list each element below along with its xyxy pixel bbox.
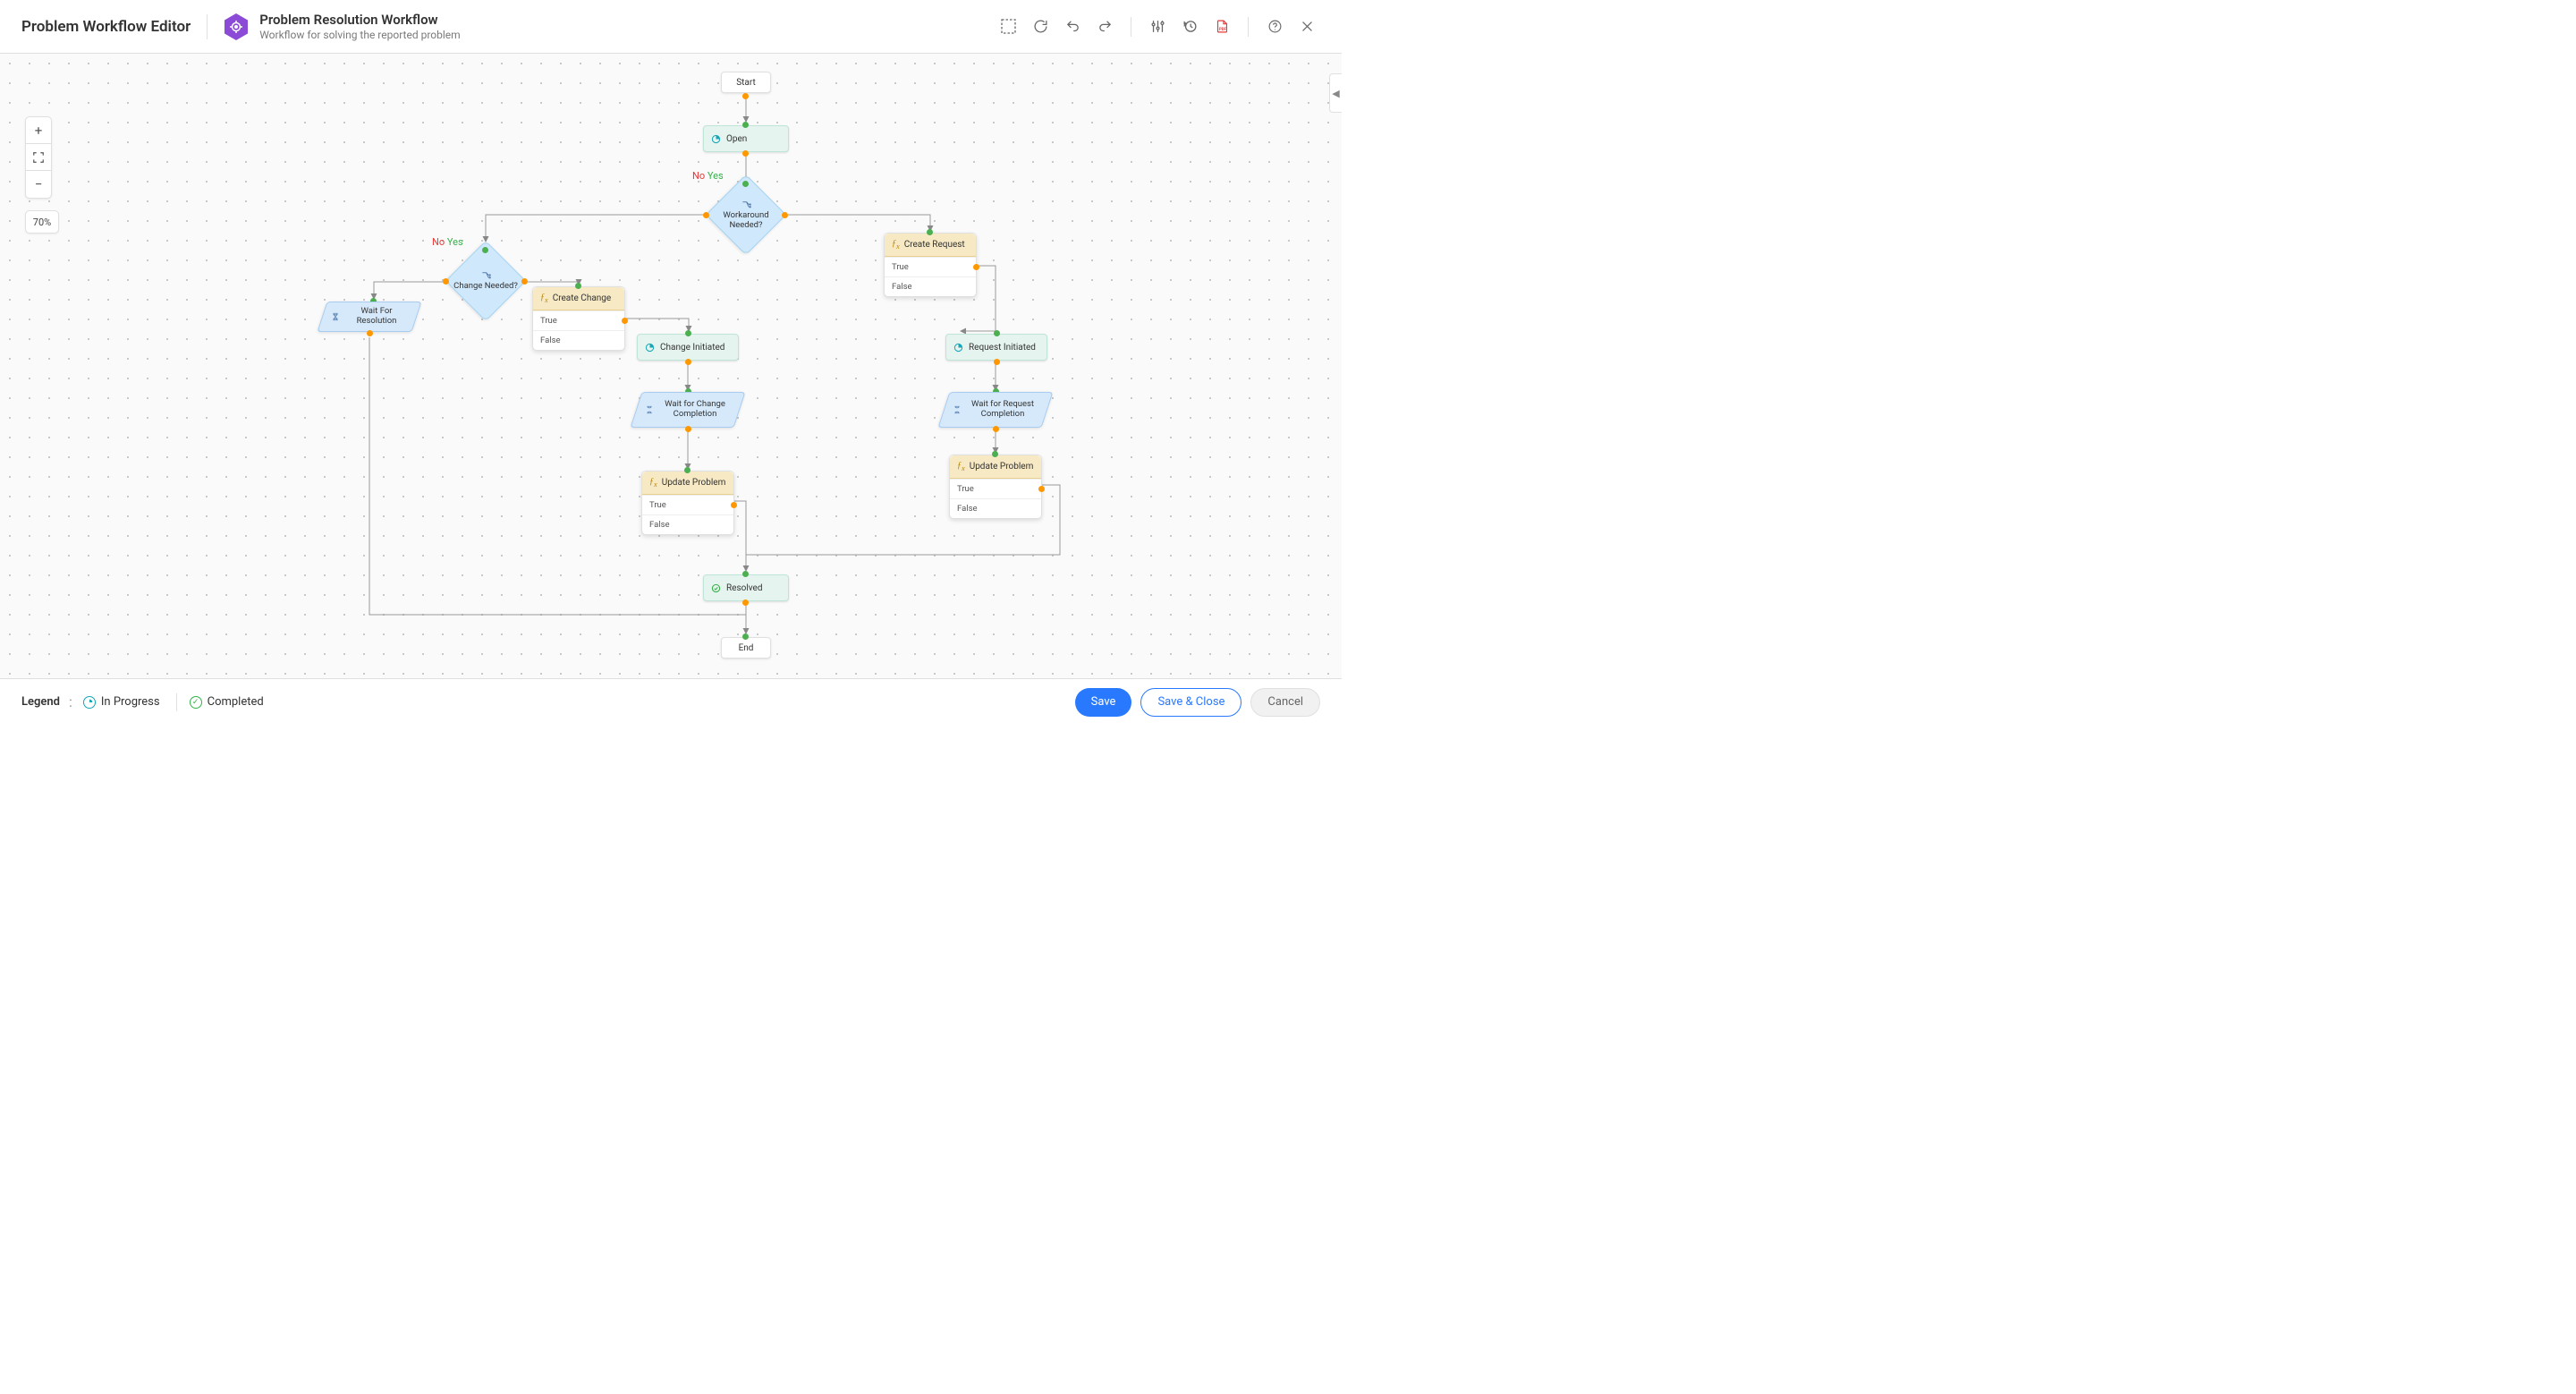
node-update-problem-1[interactable]: ƒx Update Problem True False: [641, 471, 734, 535]
toolbar: PDF: [995, 13, 1320, 40]
canvas[interactable]: ◀ + − 70%: [0, 54, 1342, 678]
cancel-button[interactable]: Cancel: [1250, 688, 1320, 717]
node-change-needed[interactable]: Change Needed? No Yes: [432, 236, 539, 326]
check-circle-icon: [711, 583, 721, 593]
option-true[interactable]: True: [533, 310, 624, 330]
option-true[interactable]: True: [642, 495, 733, 514]
pdf-export-icon[interactable]: PDF: [1208, 13, 1235, 40]
node-resolved[interactable]: Resolved: [703, 574, 789, 601]
option-false[interactable]: False: [642, 514, 733, 534]
nodes-layer: Start Open Workaround Needed? No Yes: [0, 54, 1342, 678]
legend-completed: ✓ Completed: [190, 695, 264, 709]
node-end-label: End: [739, 643, 754, 653]
node-update-problem-label: Update Problem: [662, 478, 726, 488]
node-create-change-label: Create Change: [553, 293, 612, 303]
node-workaround-needed[interactable]: Workaround Needed? No Yes: [692, 170, 800, 259]
node-wait-request-label: Wait for Request Completion: [967, 400, 1038, 420]
option-false[interactable]: False: [950, 498, 1041, 518]
refresh-icon[interactable]: [1027, 13, 1054, 40]
node-wait-change-label: Wait for Change Completion: [659, 400, 731, 420]
hourglass-icon: [953, 405, 962, 414]
option-false[interactable]: False: [885, 276, 976, 296]
redo-icon[interactable]: [1091, 13, 1118, 40]
header-bar: Problem Workflow Editor Problem Resoluti…: [0, 0, 1342, 54]
legend-label: Legend: [21, 695, 60, 709]
option-true[interactable]: True: [950, 479, 1041, 498]
select-area-icon[interactable]: [995, 13, 1021, 40]
node-start-label: Start: [736, 78, 756, 88]
save-close-button[interactable]: Save & Close: [1140, 688, 1241, 717]
footer-bar: Legend : In Progress ✓ Completed Save Sa…: [0, 678, 1342, 725]
settings-sliders-icon[interactable]: [1144, 13, 1171, 40]
node-wait-resolution-label: Wait For Resolution: [345, 307, 408, 327]
workflow-subtitle: Workflow for solving the reported proble…: [259, 29, 460, 41]
workflow-title-block: Problem Resolution Workflow Workflow for…: [259, 12, 460, 41]
node-start[interactable]: Start: [721, 72, 771, 93]
node-update-problem-2[interactable]: ƒx Update Problem True False: [949, 455, 1042, 519]
node-request-initiated-label: Request Initiated: [969, 343, 1036, 353]
branch-icon: [481, 270, 491, 280]
node-wait-change[interactable]: Wait for Change Completion: [636, 392, 740, 428]
fx-icon: ƒx: [540, 293, 548, 304]
node-end[interactable]: End: [721, 637, 771, 659]
header-divider: [207, 14, 208, 39]
history-icon[interactable]: [1176, 13, 1203, 40]
node-change-initiated-label: Change Initiated: [660, 343, 724, 353]
fx-icon: ƒx: [957, 461, 965, 472]
node-resolved-label: Resolved: [726, 583, 762, 593]
node-wait-resolution[interactable]: Wait For Resolution: [322, 302, 417, 332]
save-button[interactable]: Save: [1075, 688, 1132, 717]
fx-icon: ƒx: [892, 239, 900, 251]
node-open[interactable]: Open: [703, 125, 789, 152]
hourglass-icon: [645, 405, 654, 414]
progress-icon: [83, 696, 96, 709]
node-open-label: Open: [726, 134, 747, 144]
help-icon[interactable]: [1261, 13, 1288, 40]
node-change-needed-label: Change Needed?: [453, 282, 518, 292]
node-update-problem-label: Update Problem: [970, 462, 1034, 472]
node-create-request-label: Create Request: [904, 240, 965, 250]
app-title: Problem Workflow Editor: [21, 18, 191, 36]
node-change-initiated[interactable]: Change Initiated: [637, 334, 739, 361]
progress-icon: [953, 343, 963, 353]
node-request-initiated[interactable]: Request Initiated: [945, 334, 1047, 361]
legend-in-progress: In Progress: [83, 695, 160, 709]
workflow-title: Problem Resolution Workflow: [259, 12, 460, 28]
branch-icon: [741, 200, 751, 209]
fx-icon: ƒx: [649, 477, 657, 489]
close-icon[interactable]: [1293, 13, 1320, 40]
progress-icon: [645, 343, 655, 353]
node-create-request[interactable]: ƒx Create Request True False: [884, 233, 977, 297]
hourglass-icon: [331, 312, 340, 321]
svg-text:PDF: PDF: [1218, 28, 1226, 32]
node-create-change[interactable]: ƒx Create Change True False: [532, 286, 625, 351]
check-circle-icon: ✓: [190, 696, 202, 709]
workflow-type-icon: [224, 13, 249, 41]
option-true[interactable]: True: [885, 257, 976, 276]
node-wait-request[interactable]: Wait for Request Completion: [944, 392, 1047, 428]
undo-icon[interactable]: [1059, 13, 1086, 40]
node-workaround-label: Workaround Needed?: [710, 211, 782, 231]
progress-icon: [711, 134, 721, 144]
option-false[interactable]: False: [533, 330, 624, 350]
